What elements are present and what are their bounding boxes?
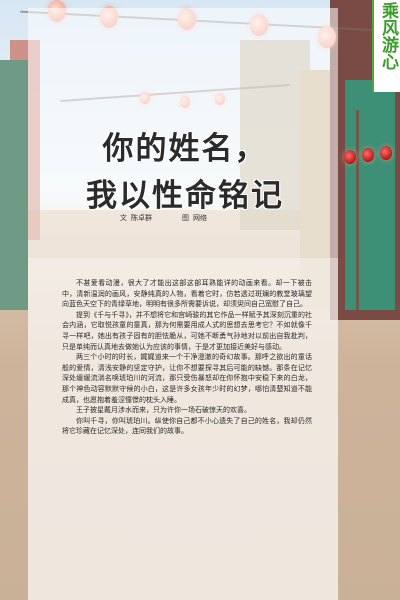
- byline-spacer: [156, 213, 178, 223]
- byline-image-credit: 网络: [193, 214, 207, 222]
- byline-author: 陈卓群: [131, 214, 152, 222]
- building-left-front: [0, 60, 28, 310]
- column-badge-text: 乘风游心: [378, 2, 398, 70]
- paragraph: 两三个小时的时长，娓娓道来一个干净澄澈的奇幻故事。那呼之欲出的童话般的爱情，清浅…: [62, 353, 312, 404]
- lantern-icon: [380, 146, 392, 160]
- paragraph: 不甚爱看动漫，很大了才能出这部这部耳熟能详的动画来看。却一下被击中，清新温润的画…: [62, 279, 312, 309]
- paragraph: 王子披星戴月涉水而来，只为许你一场石破惊天的欢喜。: [76, 406, 251, 415]
- byline-image-prefix: 图: [182, 214, 189, 222]
- lantern-icon: [344, 150, 356, 164]
- article-title-line1: 你的姓名，: [102, 131, 268, 167]
- lantern-icon: [362, 148, 374, 162]
- article-title-line2: 我以性命铭记: [86, 178, 284, 214]
- lamp-pole: [356, 110, 359, 310]
- article-body: 不甚爱看动漫，很大了才能出这部这部耳熟能详的动画来看。却一下被击中，清新温润的画…: [62, 278, 312, 437]
- paragraph: 你叫千寻，你叫琥珀川。纵使你自己都不小心遗失了自己的姓名，我却仍然将它珍藏在记忆…: [62, 416, 312, 436]
- byline-author-prefix: 文: [120, 214, 127, 222]
- paragraph: 提到《千与千寻》，并不想将它和宫崎骏的其它作品一样赋予其深刻沉重的社会内涵，它取…: [62, 310, 312, 351]
- building-right-green: [345, 80, 395, 310]
- byline: 文 陈卓群 图 网络: [120, 213, 260, 223]
